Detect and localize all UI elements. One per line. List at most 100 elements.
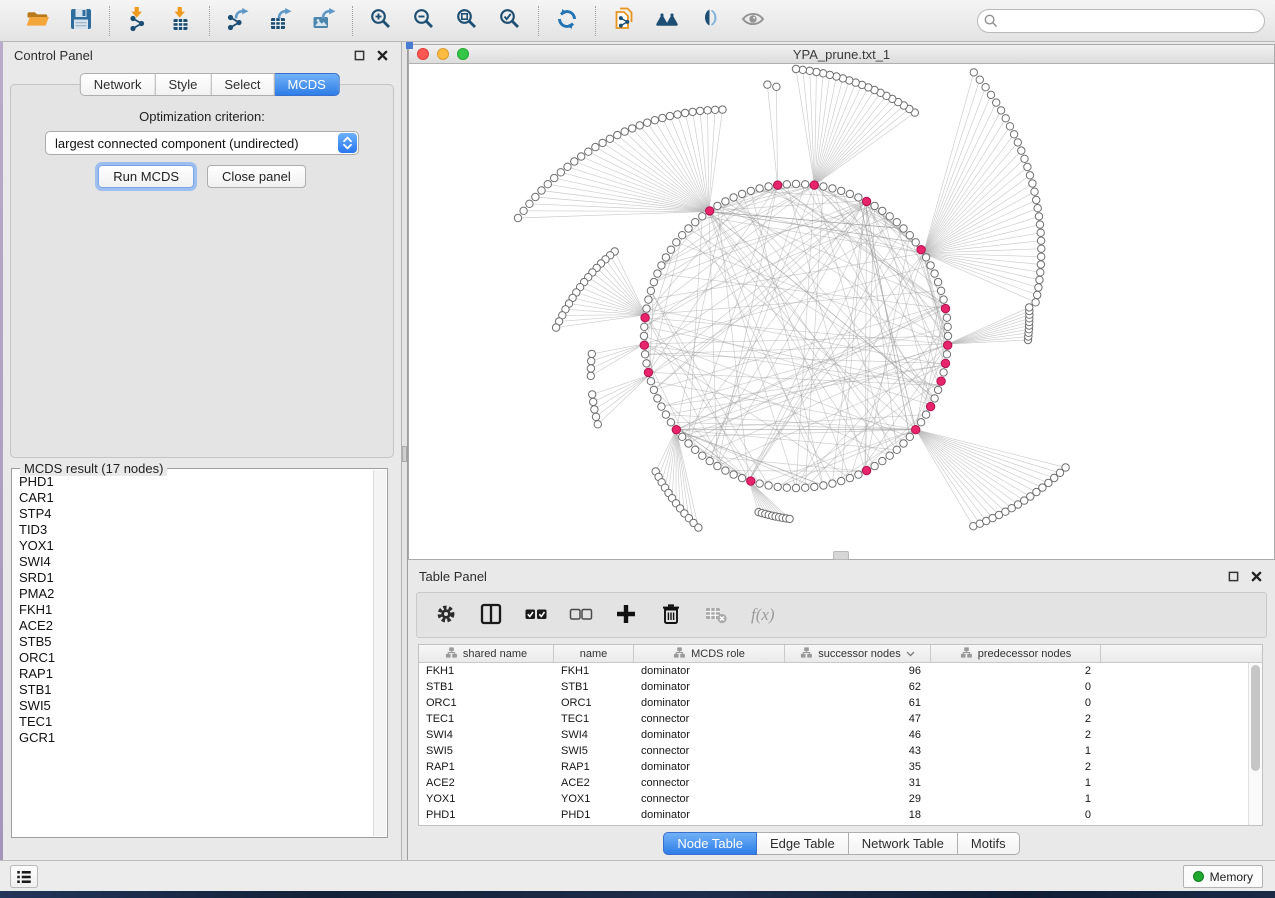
network-canvas[interactable] bbox=[409, 64, 1274, 559]
mcds-result-item[interactable]: ACE2 bbox=[19, 618, 371, 634]
tab-style[interactable]: Style bbox=[155, 73, 211, 96]
mcds-result-item[interactable]: PHD1 bbox=[19, 474, 371, 490]
save-button[interactable] bbox=[64, 5, 98, 37]
zoom-fit-button[interactable] bbox=[450, 5, 484, 37]
search-binoculars-button[interactable] bbox=[650, 5, 684, 37]
export-table-button[interactable] bbox=[264, 5, 298, 37]
export-image-button[interactable] bbox=[307, 5, 341, 37]
mcds-result-item[interactable]: STB1 bbox=[19, 682, 371, 698]
tab-node-table[interactable]: Node Table bbox=[663, 832, 757, 855]
tab-network[interactable]: Network bbox=[80, 73, 156, 96]
column-header-name[interactable]: name bbox=[554, 645, 634, 662]
mcds-result-item[interactable]: SWI4 bbox=[19, 554, 371, 570]
columns-button[interactable] bbox=[476, 600, 506, 630]
mcds-result-item[interactable]: TEC1 bbox=[19, 714, 371, 730]
column-header-shared-name[interactable]: shared name bbox=[419, 645, 554, 662]
table-cell: 0 bbox=[931, 697, 1101, 709]
column-type-icon bbox=[445, 646, 458, 662]
table-cell: SWI5 bbox=[554, 745, 634, 757]
table-row[interactable]: SWI5SWI5connector431 bbox=[419, 743, 1262, 759]
vertical-splitter[interactable] bbox=[401, 42, 408, 860]
criterion-select[interactable]: largest connected component (undirected) bbox=[45, 131, 359, 155]
table-panel-title: Table Panel bbox=[408, 569, 487, 584]
table-row[interactable]: ACE2ACE2connector311 bbox=[419, 775, 1262, 791]
close-panel-action-button[interactable]: Close panel bbox=[207, 165, 306, 188]
delete-table-icon bbox=[703, 601, 729, 630]
memory-button[interactable]: Memory bbox=[1183, 865, 1263, 888]
table-cell: 47 bbox=[785, 713, 931, 725]
table-panel-mode-button[interactable] bbox=[10, 865, 38, 888]
tab-select[interactable]: Select bbox=[211, 73, 274, 96]
column-header-predecessor-nodes[interactable]: predecessor nodes bbox=[931, 645, 1101, 662]
mcds-result-item[interactable]: STP4 bbox=[19, 506, 371, 522]
table-cell: 35 bbox=[785, 761, 931, 773]
tab-edge-table[interactable]: Edge Table bbox=[757, 832, 849, 855]
column-header-MCDS-role[interactable]: MCDS role bbox=[634, 645, 785, 662]
clone-network-button[interactable] bbox=[607, 5, 641, 37]
table-scrollbar-thumb[interactable] bbox=[1251, 665, 1260, 771]
table-row[interactable]: RAP1RAP1dominator352 bbox=[419, 759, 1262, 775]
float-table-panel-button[interactable] bbox=[1226, 570, 1240, 584]
export-network-button[interactable] bbox=[221, 5, 255, 37]
zoom-fit-icon bbox=[454, 6, 480, 35]
mcds-result-item[interactable]: FKH1 bbox=[19, 602, 371, 618]
zoom-selected-button[interactable] bbox=[493, 5, 527, 37]
trash-button[interactable] bbox=[656, 600, 686, 630]
table-row[interactable]: SWI4SWI4dominator462 bbox=[419, 727, 1262, 743]
table-row[interactable]: TEC1TEC1connector472 bbox=[419, 711, 1262, 727]
column-label: name bbox=[580, 648, 608, 660]
mcds-result-item[interactable]: STB5 bbox=[19, 634, 371, 650]
table-row[interactable]: ORC1ORC1dominator610 bbox=[419, 695, 1262, 711]
network-window-title: YPA_prune.txt_1 bbox=[409, 47, 1274, 62]
mcds-result-box: MCDS result (17 nodes) PHD1CAR1STP4TID3Y… bbox=[11, 468, 388, 838]
import-table-button[interactable] bbox=[164, 5, 198, 37]
mcds-result-item[interactable]: SWI5 bbox=[19, 698, 371, 714]
folder-open-icon bbox=[25, 6, 51, 35]
memory-status-icon bbox=[1193, 871, 1204, 882]
run-mcds-button[interactable]: Run MCDS bbox=[98, 165, 194, 188]
mcds-result-item[interactable]: PMA2 bbox=[19, 586, 371, 602]
select-all-button[interactable] bbox=[521, 600, 551, 630]
add-button[interactable] bbox=[611, 600, 641, 630]
splitter-handle[interactable] bbox=[402, 446, 407, 462]
mcds-result-item[interactable]: SRD1 bbox=[19, 570, 371, 586]
horizontal-splitter-handle[interactable] bbox=[833, 551, 849, 560]
table-cell: RAP1 bbox=[419, 761, 554, 773]
mcds-result-item[interactable]: RAP1 bbox=[19, 666, 371, 682]
mcds-result-item[interactable]: YOX1 bbox=[19, 538, 371, 554]
close-table-panel-button[interactable] bbox=[1249, 570, 1263, 584]
column-header-successor-nodes[interactable]: successor nodes bbox=[785, 645, 931, 662]
table-row[interactable]: FKH1FKH1dominator962 bbox=[419, 663, 1262, 679]
close-panel-button[interactable] bbox=[375, 49, 389, 63]
table-cell: PHD1 bbox=[554, 809, 634, 821]
table-row[interactable]: PHD1PHD1dominator180 bbox=[419, 807, 1262, 823]
dock-indicator-icon bbox=[406, 42, 413, 49]
refresh-button[interactable] bbox=[550, 5, 584, 37]
mcds-result-scrollbar[interactable] bbox=[373, 470, 386, 836]
tab-network-table[interactable]: Network Table bbox=[849, 832, 958, 855]
select-stepper-icon bbox=[338, 133, 357, 153]
table-scrollbar[interactable] bbox=[1248, 663, 1262, 825]
table-panel: Table Panel f(x) shared namenameMCDS rol… bbox=[408, 563, 1275, 860]
float-panel-button[interactable] bbox=[352, 49, 366, 63]
mcds-result-item[interactable]: TID3 bbox=[19, 522, 371, 538]
gear-button[interactable] bbox=[431, 600, 461, 630]
zoom-out-button[interactable] bbox=[407, 5, 441, 37]
network-search-input[interactable] bbox=[977, 9, 1265, 33]
table-cell: 46 bbox=[785, 729, 931, 741]
folder-open-button[interactable] bbox=[21, 5, 55, 37]
hide-panels-icon bbox=[697, 6, 723, 35]
table-row[interactable]: STB1STB1dominator620 bbox=[419, 679, 1262, 695]
table-row[interactable]: YOX1YOX1connector291 bbox=[419, 791, 1262, 807]
trash-icon bbox=[658, 601, 684, 630]
mcds-result-item[interactable]: ORC1 bbox=[19, 650, 371, 666]
mcds-result-item[interactable]: GCR1 bbox=[19, 730, 371, 746]
tab-motifs[interactable]: Motifs bbox=[958, 832, 1020, 855]
hide-panels-button[interactable] bbox=[693, 5, 727, 37]
import-network-button[interactable] bbox=[121, 5, 155, 37]
tab-mcds[interactable]: MCDS bbox=[275, 73, 340, 96]
zoom-in-button[interactable] bbox=[364, 5, 398, 37]
export-image-icon bbox=[311, 6, 337, 35]
deselect-all-button[interactable] bbox=[566, 600, 596, 630]
mcds-result-item[interactable]: CAR1 bbox=[19, 490, 371, 506]
